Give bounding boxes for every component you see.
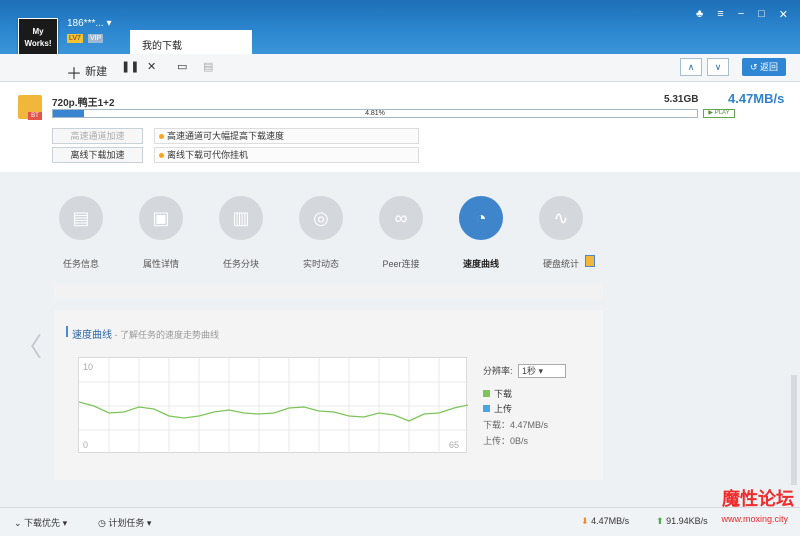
hint-dot-icon (159, 153, 164, 158)
window-controls: ♣ ≡ − □ ✕ (696, 8, 788, 21)
file-size: 5.31GB (664, 94, 699, 105)
play-label: PLAY (714, 110, 730, 116)
menu-icon[interactable]: ≡ (717, 8, 723, 21)
section-divider (54, 284, 603, 299)
download-priority-label: 下载优先 (24, 518, 61, 528)
upload-swatch (483, 405, 490, 412)
back-button[interactable]: ↺ 返回 (742, 58, 786, 76)
pause-icon[interactable]: ❚❚ (121, 60, 139, 73)
down-arrow-icon: ⬇ (581, 516, 589, 526)
download-priority[interactable]: ⌄ 下载优先 ▾ (14, 516, 67, 529)
hint-dot-icon (159, 134, 164, 139)
speed-chart: 10 0 65 (78, 357, 469, 454)
minimize-icon[interactable]: − (738, 8, 744, 21)
status-bar: ⌄ 下载优先 ▾ ◷ 计划任务 ▾ ⬇ 4.47MB/s ⬆ 91.94KB/s (0, 507, 800, 536)
folder-icon[interactable]: ▭ (177, 60, 187, 73)
avatar[interactable]: My Works! (18, 18, 58, 58)
legend-download-text: 下载 (494, 389, 513, 399)
resolution-control: 分辨率: 1秒 ▾ (483, 364, 567, 378)
scheduled-task[interactable]: ◷ 计划任务 ▾ (98, 516, 151, 529)
plus-icon: ＋ (66, 66, 83, 83)
panel-title: 速度曲线 - 了解任务的速度走势曲线 (72, 326, 219, 341)
hint-text: 离线下载可代你挂机 (167, 150, 249, 160)
new-button[interactable]: ＋ 新建 (66, 60, 107, 84)
offline-download-button[interactable]: 离线下载加速 (52, 147, 143, 163)
realtime-icon[interactable]: ◎ (299, 196, 343, 240)
nav-properties[interactable]: 属性详情 (126, 257, 196, 270)
y-max-label: 10 (83, 362, 93, 372)
chunks-icon[interactable]: ▥ (219, 196, 263, 240)
play-button[interactable]: ▶ PLAY (703, 109, 735, 118)
legend-download: 下载 (483, 387, 512, 400)
y-min-label: 0 (83, 440, 88, 450)
disk-stat-icon[interactable]: ∿ (539, 196, 583, 240)
username-text: 186***... (67, 18, 104, 29)
speed-curve-icon[interactable]: ◔ (459, 196, 503, 240)
peer-icon[interactable]: ∞ (379, 196, 423, 240)
shield-icon (585, 255, 595, 267)
panel-subtitle: - 了解任务的速度走势曲线 (112, 330, 220, 340)
new-label: 新建 (85, 65, 108, 78)
down-speed-value: 4.47MB/s (591, 516, 630, 526)
download-value: 下载：4.47MB/s (483, 420, 549, 430)
panel-title-text: 速度曲线 (72, 330, 112, 341)
progress-label: 4.81% (365, 110, 385, 117)
properties-icon[interactable]: ▣ (139, 196, 183, 240)
watermark: 魔性论坛 (722, 489, 794, 509)
maximize-icon[interactable]: □ (758, 8, 765, 21)
up-speed-status: ⬆ 91.94KB/s (656, 516, 708, 527)
skin-icon[interactable]: ♣ (696, 8, 703, 21)
progress-bar: 4.81% (52, 109, 698, 118)
back-label: 返回 (760, 62, 779, 72)
up-arrow-icon: ⬆ (656, 516, 664, 526)
nav-peer[interactable]: Peer连接 (366, 257, 436, 270)
bt-badge: BT (28, 112, 42, 120)
nav-task-info[interactable]: 任务信息 (46, 257, 116, 270)
speed-panel: 速度曲线 - 了解任务的速度走势曲线 10 0 65 分辨率: 1秒 ▾ 下载 … (54, 310, 603, 480)
up-speed-value: 91.94KB/s (666, 516, 708, 526)
legend-upload: 上传 (483, 402, 512, 415)
up-button[interactable]: ∧ (680, 58, 702, 76)
document-icon[interactable]: ▤ (203, 60, 213, 73)
watermark-url: www.moxing.city (721, 514, 788, 524)
download-swatch (483, 390, 490, 397)
username[interactable]: 186***... ▾ (67, 18, 112, 29)
level-badge: LV7 (67, 34, 83, 43)
vip-badge: VIP (88, 34, 104, 43)
scrollbar[interactable] (791, 375, 797, 485)
high-speed-hint: 高速通道可大幅提高下载速度 (154, 128, 419, 144)
task-info-icon[interactable]: ▤ (59, 196, 103, 240)
offline-hint: 离线下载可代你挂机 (154, 147, 419, 163)
speed-chart-svg: 10 0 65 (78, 358, 469, 454)
hint-text: 高速通道可大幅提高下载速度 (167, 131, 285, 141)
file-name: 720p.鸭王1+2 (52, 98, 115, 109)
toolbar: ＋ 新建 ❚❚ ✕ ▭ ▤ ∧ ∨ ↺ 返回 (0, 54, 800, 84)
down-speed-status: ⬇ 4.47MB/s (581, 516, 629, 527)
resolution-select[interactable]: 1秒 ▾ (518, 364, 567, 378)
tab-my-downloads[interactable]: 我的下载 (130, 30, 252, 54)
delete-icon[interactable]: ✕ (147, 60, 156, 73)
download-speed-line (78, 401, 469, 422)
upload-value: 上传：0B/s (483, 436, 529, 446)
resolution-label: 分辨率: (483, 366, 513, 376)
nav-chunks[interactable]: 任务分块 (206, 257, 276, 270)
down-button[interactable]: ∨ (707, 58, 729, 76)
x-max-label: 65 (449, 440, 459, 450)
scheduled-label: 计划任务 (108, 518, 145, 528)
close-icon[interactable]: ✕ (779, 8, 788, 21)
resolution-value: 1秒 (522, 366, 537, 376)
prev-arrow-icon[interactable]: 〈 (16, 327, 42, 364)
title-bar: My Works! 186***... ▾ LV7 VIP 我的下载 ♣ ≡ − … (0, 0, 800, 58)
download-speed: 4.47MB/s (728, 91, 785, 106)
nav-speed-curve[interactable]: 速度曲线 (446, 257, 516, 270)
legend-upload-text: 上传 (494, 404, 513, 414)
title-marker (66, 326, 68, 337)
nav-realtime[interactable]: 实时动态 (286, 257, 356, 270)
task-row[interactable]: BT 720p.鸭王1+2 5.31GB 4.47MB/s 4.81% ▶ PL… (0, 82, 800, 172)
high-speed-button[interactable]: 高速通道加速 (52, 128, 143, 144)
